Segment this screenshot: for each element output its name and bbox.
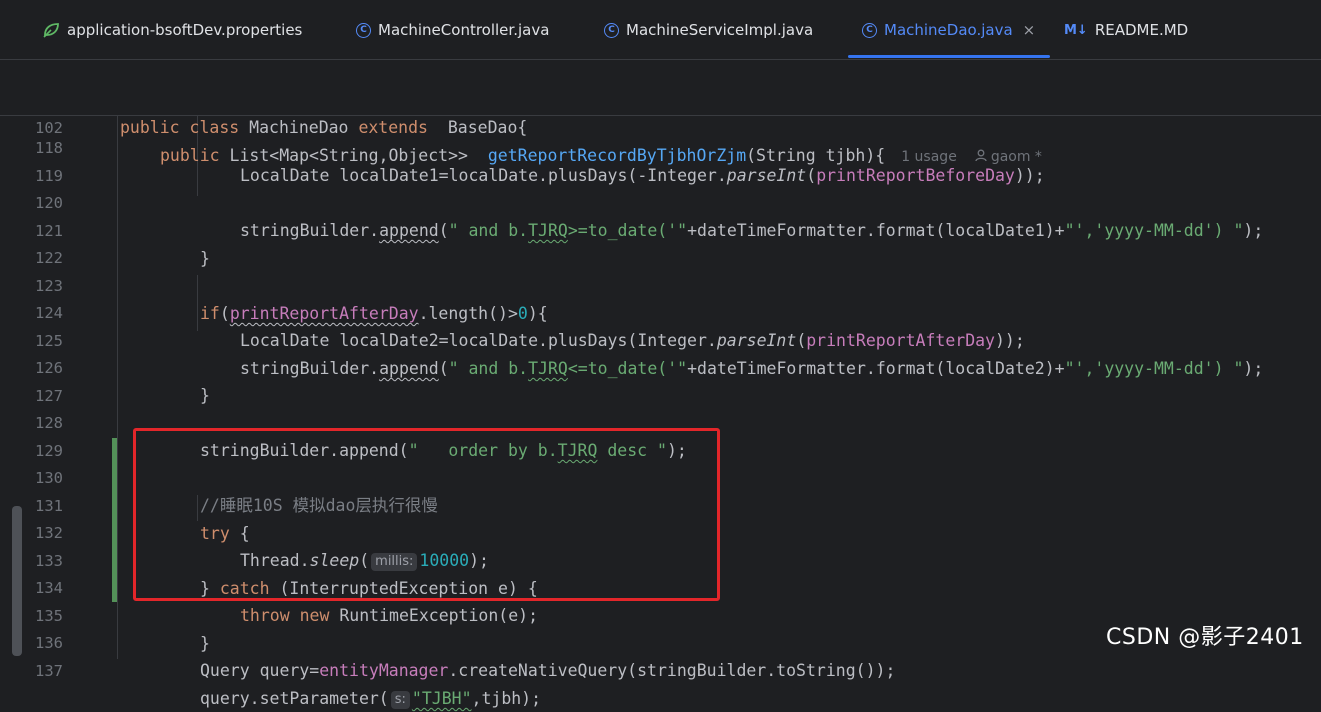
line-number: 137 (35, 662, 63, 680)
editor-tab-bar: application-bsoftDev.properties C Machin… (0, 0, 1321, 60)
tab-label: application-bsoftDev.properties (67, 21, 303, 39)
tab-label: MachineServiceImpl.java (626, 21, 814, 39)
code-line[interactable]: 125 stringBuilder.append(" and b.TJRQ<=t… (0, 301, 1321, 378)
sticky-class-header[interactable]: 32 public class MachineDao extends BaseD… (0, 60, 1321, 137)
highlight-annotation-box (133, 428, 720, 601)
tab-label: MachineController.java (378, 21, 550, 39)
code-line[interactable]: 127 (0, 356, 1321, 405)
code-line[interactable]: 119 (0, 136, 1321, 185)
tab-readme[interactable]: M↓ README.MD (1064, 0, 1188, 60)
tab-machine-controller[interactable]: C MachineController.java (356, 0, 549, 60)
tab-label: MachineDao.java (884, 21, 1013, 39)
code-line[interactable]: 124 LocalDate localDate2=localDate.plusD… (0, 273, 1321, 350)
markdown-icon: M↓ (1064, 22, 1088, 38)
code-line[interactable]: 118 LocalDate localDate1=localDate.plusD… (0, 108, 1321, 185)
tab-machine-dao[interactable]: C MachineDao.java × (848, 0, 1050, 60)
tab-label: README.MD (1094, 21, 1189, 39)
vcs-change-marker[interactable] (112, 438, 117, 602)
code-line[interactable]: 126 } (0, 328, 1321, 405)
code-line[interactable]: 123 if(printReportAfterDay.length()>0){ (0, 246, 1321, 323)
tab-machine-service-impl[interactable]: C MachineServiceImpl.java (604, 0, 813, 60)
code-line[interactable]: 121 } (0, 191, 1321, 268)
tab-application-properties[interactable]: application-bsoftDev.properties (42, 0, 302, 60)
properties-leaf-icon (42, 22, 60, 38)
watermark: CSDN @影子2401 (1106, 625, 1304, 650)
code-text: Query query=entityManager.createNativeQu… (200, 661, 896, 680)
code-text: query.setParameter(s: "TJBH",tjbh); (200, 689, 542, 709)
parameter-hint: s: (390, 691, 410, 709)
code-line[interactable]: 120 stringBuilder.append(" and b.TJRQ>=t… (0, 163, 1321, 240)
code-line[interactable]: 128 stringBuilder.append(" order by b.TJ… (0, 383, 1321, 460)
java-class-icon: C (862, 22, 877, 38)
close-icon[interactable]: × (1023, 21, 1036, 39)
code-line[interactable]: 122 (0, 218, 1321, 267)
java-class-icon: C (356, 22, 371, 38)
java-class-icon: C (604, 22, 619, 38)
